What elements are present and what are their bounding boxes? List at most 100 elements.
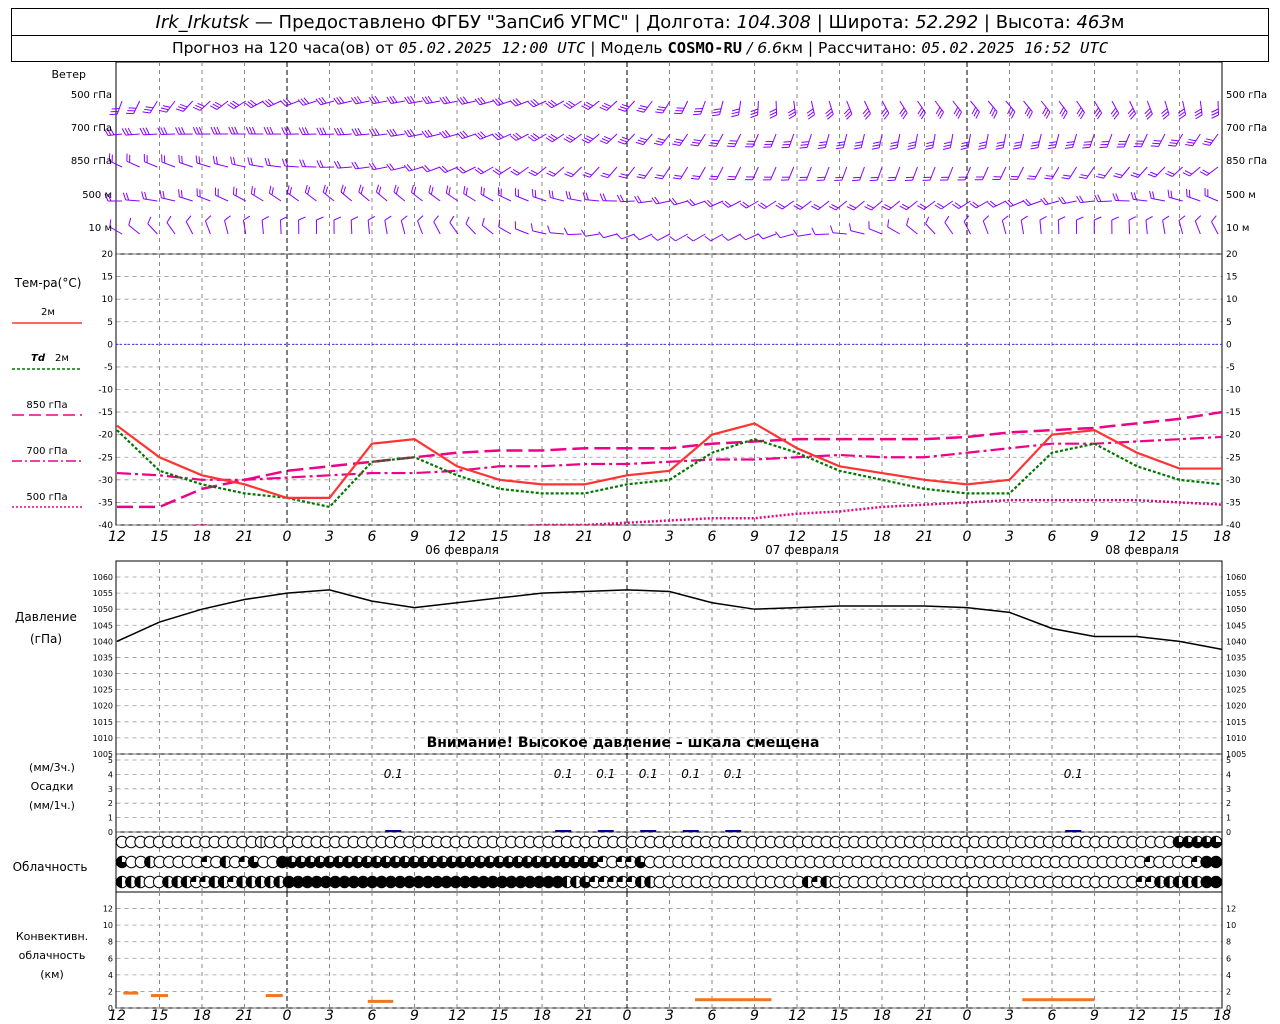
wind-barb [456, 130, 476, 140]
temp-title: Тем-ра(°C) [14, 276, 82, 290]
pressure-ytick-right: 1035 [1226, 653, 1246, 662]
wind-barb [963, 215, 971, 235]
series-t850 [117, 410, 1222, 509]
wind-barb [925, 216, 936, 235]
pressure-title: Давление [15, 610, 77, 624]
wind-barb [386, 163, 405, 171]
wind-barb [806, 100, 815, 120]
wind-barb [316, 160, 335, 168]
temp-x-tick: 15 [151, 529, 169, 545]
legend-t500-label: 500 гПа [26, 492, 67, 503]
wind-barb [1099, 133, 1113, 149]
temp-x-tick: 9 [750, 529, 759, 545]
wind-barb [386, 128, 405, 137]
wind-barb [731, 100, 742, 118]
wind-barb [598, 231, 618, 239]
wind-barb [1167, 189, 1183, 202]
wind-barb [474, 166, 494, 175]
pressure-ytick-right: 1045 [1226, 621, 1246, 630]
wind-barb [351, 127, 370, 136]
wind-barb [159, 100, 176, 113]
temp-x-tick: 3 [1005, 529, 1014, 545]
precip-ytick-right: 5 [1226, 756, 1231, 765]
wind-barb [849, 223, 865, 235]
wind-barb [250, 186, 264, 202]
wind-barb [404, 95, 423, 104]
wind-barb [853, 133, 865, 150]
wind-barb [386, 95, 405, 104]
wind-barb [125, 100, 141, 115]
wind-level-850hpa-right: 850 гПа [1226, 156, 1267, 167]
wind-barb [952, 200, 971, 209]
wind-barb [264, 157, 282, 168]
wind-barb [690, 166, 706, 180]
temp-x-tick: 6 [368, 529, 377, 545]
temp-ytick-left: -15 [98, 408, 113, 418]
wind-barb [126, 153, 140, 168]
precip-ytick-left: 3 [108, 785, 113, 794]
temp-ytick-left: -30 [98, 476, 113, 486]
pressure-ytick-left: 1055 [93, 589, 113, 598]
wind-barb [498, 219, 512, 235]
wind-barb [692, 100, 706, 116]
wind-barb [673, 100, 689, 115]
wind-barb [1023, 100, 1033, 119]
wind-barb [178, 189, 193, 202]
temp-ytick-right: -15 [1226, 408, 1241, 418]
wind-barb [600, 166, 618, 179]
wind-barb [1149, 190, 1166, 202]
wind-barb [122, 192, 140, 202]
temp-ytick-left: 20 [102, 250, 114, 260]
wind-barb [934, 100, 944, 120]
temp-ytick-left: 5 [107, 318, 113, 328]
temp-ytick-left: 0 [107, 340, 113, 350]
cloud-cover-symbol [1209, 835, 1223, 849]
wind-barb [582, 166, 600, 178]
wind-barb [333, 160, 352, 169]
wind-barb [708, 166, 724, 180]
pressure-ytick-right: 1020 [1226, 702, 1246, 711]
pressure-ytick-right: 1040 [1226, 637, 1246, 646]
temp-ytick-right: -10 [1226, 386, 1241, 396]
wind-barb [384, 215, 392, 235]
conv-ytick-left: 10 [103, 921, 113, 930]
conv-x-tick: 21 [916, 1008, 934, 1024]
wind-barb [1075, 216, 1084, 235]
wind-barb [957, 166, 971, 181]
wind-barb [1194, 215, 1202, 235]
wind-barb [1111, 216, 1119, 235]
wind-barb [316, 127, 335, 136]
wind-barb [564, 166, 582, 178]
wind-barb [835, 133, 848, 150]
wind-barb [456, 96, 476, 105]
wind-barb [175, 100, 194, 112]
wind-barb [403, 164, 423, 172]
wind-barb [421, 95, 441, 105]
conv-x-tick: 15 [1171, 1008, 1189, 1024]
precip-label: 0.1 [554, 767, 573, 781]
wind-barb [212, 155, 229, 168]
wind-barb [672, 133, 689, 147]
wind-barb [811, 200, 830, 211]
wind-barb [722, 200, 741, 208]
wind-barb [281, 158, 299, 168]
wind-barb [563, 100, 582, 110]
legend-t2m-label: 2м [41, 307, 55, 318]
wind-barb [1133, 133, 1148, 148]
wind-barb [1147, 166, 1166, 178]
wind-barb [636, 100, 653, 113]
wind-barb [887, 219, 901, 235]
wind-barb [463, 186, 476, 202]
temp-x-tick: 3 [665, 529, 674, 545]
pressure-ytick-left: 1025 [93, 686, 113, 695]
wind-barb [280, 98, 299, 107]
temp-x-tick: 9 [1090, 529, 1099, 545]
temp-ytick-left: 15 [102, 273, 113, 283]
wind-barb [195, 155, 211, 168]
pressure-ytick-left: 1010 [93, 734, 113, 743]
conv-x-tick: 0 [623, 1008, 632, 1024]
wind-barb [161, 154, 176, 168]
pressure-ytick-left: 1035 [93, 653, 113, 662]
wind-barb [421, 164, 441, 173]
wind-barb [548, 189, 565, 202]
